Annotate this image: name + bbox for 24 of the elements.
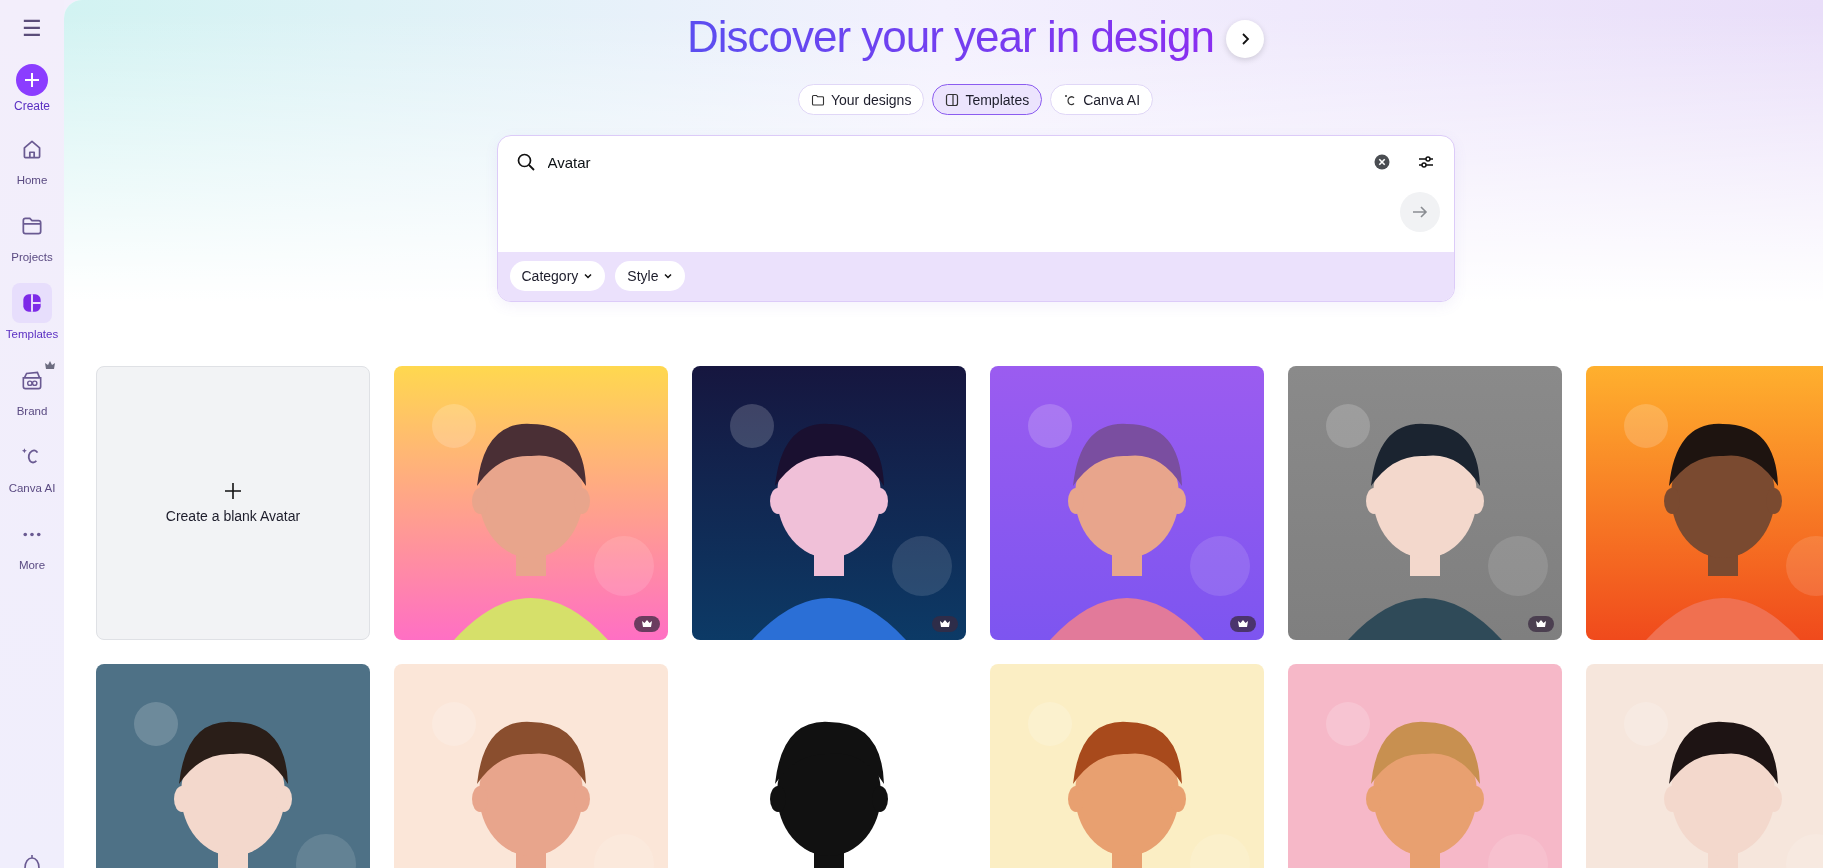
chevron-down-icon (663, 271, 674, 281)
sidebar-item[interactable]: More (0, 514, 64, 589)
sidebar-item[interactable]: Templates (0, 283, 64, 358)
search-tab[interactable]: Your designs (797, 84, 925, 115)
search-field[interactable]: Avatar (545, 152, 1362, 172)
search-tab[interactable]: Templates (932, 84, 1043, 115)
plus-icon (224, 482, 242, 500)
sidebar-item[interactable]: Canva AI (0, 437, 64, 512)
sidebar-item[interactable]: Brand (0, 360, 64, 435)
sidebar-item[interactable]: Projects (0, 206, 64, 281)
create-button[interactable]: Create (14, 64, 50, 113)
more-icon (23, 531, 41, 537)
filter-dropdown[interactable]: Category (509, 261, 606, 291)
folder-icon (810, 92, 825, 107)
search-tab[interactable]: Canva AI (1050, 84, 1154, 115)
filter-dropdown[interactable]: Style (615, 261, 686, 291)
sidebar-item[interactable]: Home (0, 129, 64, 204)
templates-icon (945, 92, 960, 107)
create-blank-card[interactable]: Create a blank Avatar (96, 366, 370, 640)
search-icon (515, 152, 536, 172)
menu-button[interactable]: ☰ (22, 16, 42, 42)
plus-icon (16, 64, 48, 96)
next-button[interactable] (1226, 20, 1265, 58)
chevron-down-icon (583, 271, 594, 281)
